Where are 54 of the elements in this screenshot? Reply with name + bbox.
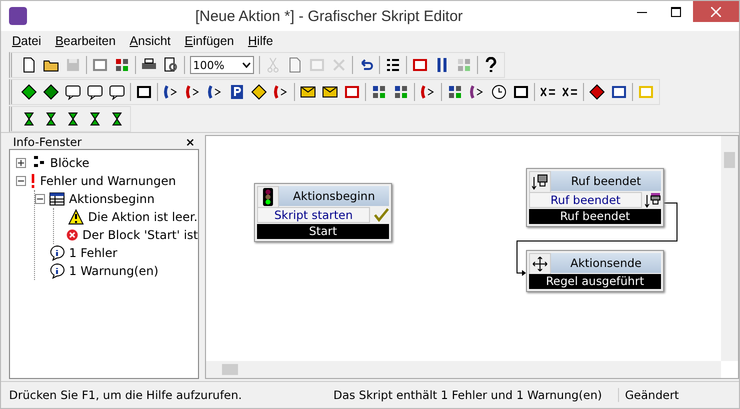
info-icon [49,245,65,261]
panel-title: Info-Fenster [13,135,82,149]
collapse-toggle[interactable] [16,176,26,186]
menu-item[interactable]: Ansicht [122,34,178,48]
info-icon [49,263,65,279]
horizontal-scrollbar[interactable] [206,361,721,378]
panel-close-button[interactable]: × [185,135,195,149]
block-field: Skript starten [257,207,370,223]
menu-item[interactable]: Bearbeiten [48,34,123,48]
script-block[interactable]: Aktionsende Regel ausgeführt [526,250,664,292]
zoom-combo[interactable]: 100% [190,56,254,74]
tree-item[interactable]: Fehler und Warnungen [40,174,176,188]
tree-item[interactable]: 1 Fehler [69,246,118,260]
tree-item[interactable]: Blöcke [50,156,90,170]
block-title: Aktionsende [551,253,661,273]
status-state: Geändert [618,388,699,402]
status-help: Drücken Sie F1, um die Hilfe aufzurufen. [8,388,243,402]
crosshair-icon [532,256,548,272]
menu-item[interactable]: Datei [5,34,48,48]
minus-icon [37,196,43,202]
expand-toggle[interactable] [16,158,26,168]
block-title: Ruf beendet [551,171,661,191]
traffic-light-icon [263,188,273,206]
app-icon [9,7,27,25]
block-title: Aktionsbeginn [279,186,389,206]
collapse-toggle[interactable] [35,194,45,204]
error-icon [66,227,78,243]
warning-icon [68,209,84,225]
close-button[interactable] [693,1,739,22]
plus-icon [18,160,24,166]
table-icon [49,191,65,207]
menu-item[interactable]: Hilfe [241,34,280,48]
tree-item[interactable]: Der Block 'Start' ist [82,228,198,242]
block-footer: Ruf beendet [529,209,661,224]
block-footer: Start [257,224,389,239]
minus-icon [18,178,24,184]
menu-item[interactable]: Einfügen [178,34,242,48]
status-message: Das Skript enthält 1 Fehler und 1 Warnung(en) [333,388,603,402]
caret-icon [242,62,251,68]
close-icon [711,6,721,16]
checkmark-icon [373,208,389,222]
exclamation-icon [30,173,36,189]
handset-down-icon [532,174,548,190]
script-block[interactable]: Ruf beendet Ruf beendet Ruf beendet [526,168,664,227]
handset-down-icon [645,192,661,208]
maximize-icon [671,7,681,17]
tree-item[interactable]: 1 Warnung(en) [69,264,158,278]
vertical-scrollbar[interactable] [721,136,738,361]
script-block[interactable]: Aktionsbeginn Skript starten Start [254,183,392,242]
block-field: Ruf beendet [529,192,642,208]
window-title: [Neue Aktion *] - Grafischer Skript Editor [194,8,464,24]
tree-item[interactable]: Die Aktion ist leer. [88,210,198,224]
block-footer: Regel ausgeführt [529,274,661,289]
tree-item[interactable]: Aktionsbeginn [69,192,155,206]
